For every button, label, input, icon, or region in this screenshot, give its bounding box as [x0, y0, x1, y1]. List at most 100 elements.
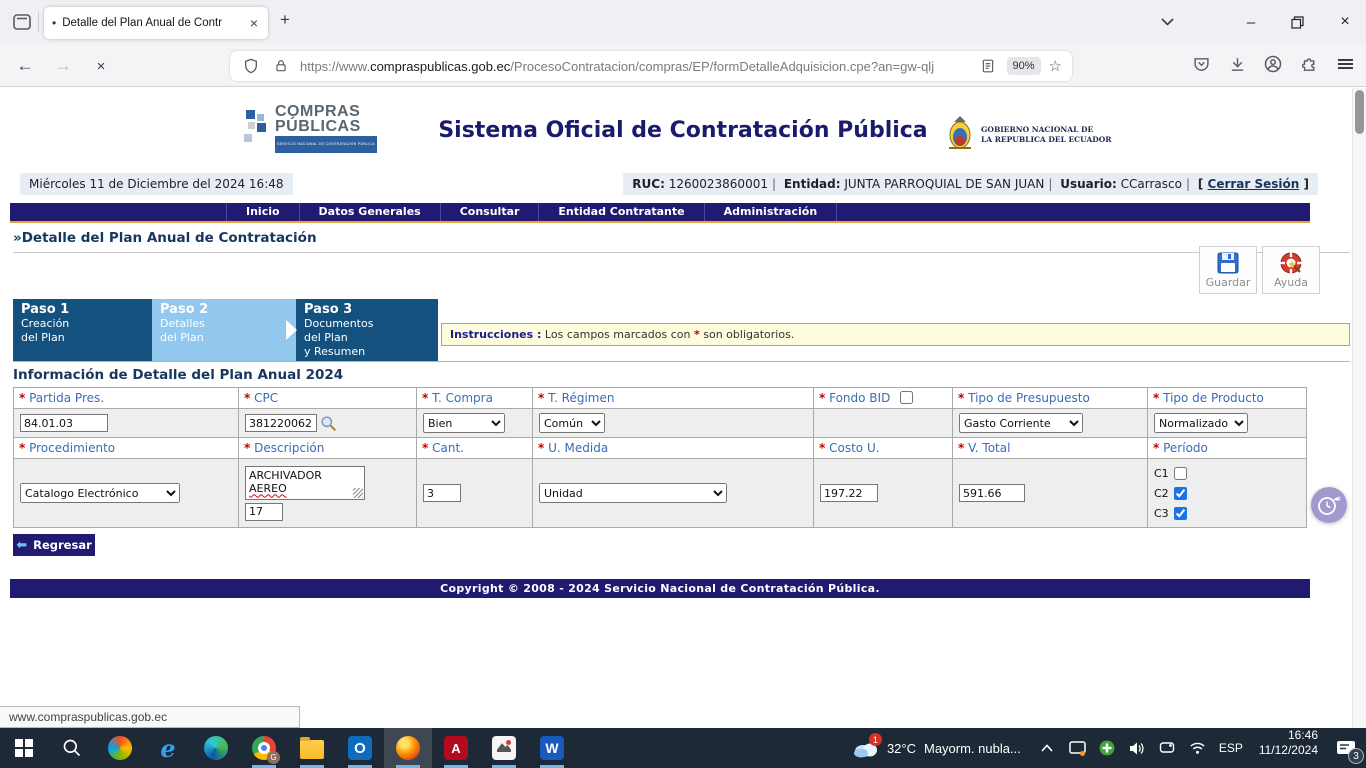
antivirus-icon[interactable]	[1099, 740, 1116, 757]
stop-loading-button[interactable]: ×	[88, 53, 114, 79]
browser-titlebar: • Detalle del Plan Anual de Contr × + – …	[0, 0, 1366, 44]
nav-item-entidad-contratante[interactable]: Entidad Contratante	[538, 203, 703, 221]
vertical-scrollbar[interactable]	[1352, 88, 1366, 728]
help-button[interactable]: Ayuda	[1262, 246, 1320, 294]
paint-icon[interactable]	[480, 728, 528, 768]
account-icon[interactable]	[1262, 53, 1284, 75]
usuario-value: CCarrasco	[1121, 177, 1182, 191]
file-explorer-icon[interactable]	[288, 728, 336, 768]
header-descripcion: * Descripción	[239, 438, 417, 459]
url-text[interactable]: https://www.compraspublicas.gob.ec/Proce…	[300, 59, 969, 74]
procedimiento-select[interactable]: Catalogo Electrónico	[20, 483, 180, 503]
page-title: Sistema Oficial de Contratación Pública	[0, 118, 1366, 143]
new-tab-button[interactable]: +	[280, 10, 290, 30]
window-minimize-button[interactable]: –	[1234, 0, 1268, 44]
notification-center-icon[interactable]: 3	[1326, 728, 1366, 768]
forward-button[interactable]: →	[50, 53, 76, 79]
taskbar-time: 16:46	[1259, 728, 1318, 743]
step-2-current[interactable]: Paso 2 Detalles del Plan	[152, 299, 296, 361]
logout-link[interactable]: Cerrar Sesión	[1208, 177, 1300, 191]
tipo-presupuesto-select[interactable]: Gasto Corriente	[959, 413, 1083, 433]
internet-explorer-icon[interactable]: e	[144, 728, 192, 768]
tab-attention-dot: •	[52, 16, 56, 30]
virtual-desktop-icon[interactable]	[1159, 740, 1176, 757]
regresar-button[interactable]: ⬅ Regresar	[13, 534, 95, 556]
tray-chevron-up-icon[interactable]	[1039, 740, 1056, 757]
entidad-label: Entidad:	[784, 177, 841, 191]
wifi-icon[interactable]	[1189, 740, 1206, 757]
save-button[interactable]: Guardar	[1199, 246, 1257, 294]
windows-taskbar: e G O A W 1 32°C Mayorm. nubla...	[0, 728, 1366, 768]
nav-item-administracion[interactable]: Administración	[704, 203, 838, 221]
tab-close-icon[interactable]: ×	[248, 15, 260, 31]
fondo-bid-checkbox[interactable]	[900, 391, 913, 404]
lock-icon[interactable]	[270, 55, 292, 77]
header-t-compra: * T. Compra	[417, 388, 533, 409]
tab-list-chevron-icon[interactable]	[1150, 0, 1184, 44]
scrollbar-thumb[interactable]	[1355, 90, 1364, 134]
costo-u-input[interactable]	[820, 484, 878, 502]
wizard-steps: Paso 1 Creación del Plan Paso 2 Detalles…	[13, 299, 1350, 362]
edge-icon[interactable]	[192, 728, 240, 768]
outlook-icon[interactable]: O	[336, 728, 384, 768]
weather-widget[interactable]: 1 32°C Mayorm. nubla...	[843, 728, 1031, 768]
nav-item-inicio[interactable]: Inicio	[226, 203, 299, 221]
step-1[interactable]: Paso 1 Creación del Plan	[13, 299, 152, 361]
periodo-c2: C2	[1154, 483, 1300, 503]
descripcion-textarea[interactable]: ARCHIVADOR AEREO	[245, 466, 365, 500]
header-u-medida: * U. Medida	[533, 438, 814, 459]
periodo-c2-checkbox[interactable]	[1174, 487, 1187, 500]
u-medida-select[interactable]: Unidad	[539, 483, 727, 503]
t-compra-select[interactable]: Bien	[423, 413, 505, 433]
taskbar-search-icon[interactable]	[48, 728, 96, 768]
cantidad-input[interactable]	[423, 484, 461, 502]
nav-item-consultar[interactable]: Consultar	[440, 203, 539, 221]
cpc-search-icon[interactable]	[320, 415, 337, 432]
menu-hamburger-icon[interactable]	[1334, 53, 1356, 75]
pocket-icon[interactable]	[1190, 53, 1212, 75]
data-row-2: Catalogo Electrónico ARCHIVADOR AEREO Un…	[14, 459, 1307, 528]
bookmark-star-icon[interactable]: ☆	[1049, 57, 1062, 75]
screen: { "browser": { "tab": { "indicator": "•"…	[0, 0, 1366, 768]
url-bar[interactable]: https://www.compraspublicas.gob.ec/Proce…	[230, 51, 1072, 81]
nav-accent-rule	[10, 221, 1310, 223]
ruc-value: 1260023860001	[669, 177, 768, 191]
t-regimen-select[interactable]: Común	[539, 413, 605, 433]
periodo-c1-checkbox[interactable]	[1174, 467, 1187, 480]
window-close-button[interactable]: ×	[1326, 0, 1364, 44]
partida-input[interactable]	[20, 414, 108, 432]
header-cpc: * CPC	[239, 388, 417, 409]
downloads-icon[interactable]	[1226, 53, 1248, 75]
descripcion-codigo-input[interactable]	[245, 503, 283, 521]
acrobat-icon[interactable]: A	[432, 728, 480, 768]
firefox-icon-active[interactable]	[384, 728, 432, 768]
firefox-view-icon[interactable]	[12, 12, 32, 32]
word-icon[interactable]: W	[528, 728, 576, 768]
periodo-c3-checkbox[interactable]	[1174, 507, 1187, 520]
weather-description: Mayorm. nubla...	[924, 741, 1021, 756]
zoom-level-badge[interactable]: 90%	[1007, 57, 1041, 75]
v-total-input[interactable]	[959, 484, 1025, 502]
browser-tab[interactable]: • Detalle del Plan Anual de Contr ×	[44, 7, 268, 39]
start-button[interactable]	[0, 728, 48, 768]
status-link-tooltip: www.compraspublicas.gob.ec	[0, 706, 300, 728]
language-indicator[interactable]: ESP	[1219, 741, 1243, 755]
taskbar-clock[interactable]: 16:46 11/12/2024	[1251, 728, 1326, 768]
copilot-icon[interactable]	[96, 728, 144, 768]
volume-icon[interactable]	[1129, 740, 1146, 757]
gov-line2: LA REPUBLICA DEL ECUADOR	[981, 135, 1112, 144]
tipo-producto-select[interactable]: Normalizado	[1154, 413, 1248, 433]
window-restore-button[interactable]	[1280, 0, 1314, 44]
back-button[interactable]: ←	[12, 53, 38, 79]
extensions-puzzle-icon[interactable]	[1298, 53, 1320, 75]
step-3[interactable]: Paso 3 Documentos del Plan y Resumen	[296, 299, 438, 361]
periodo-c1: C1	[1154, 463, 1300, 483]
time-tracker-overlay-icon[interactable]	[1311, 487, 1347, 523]
resize-grip-icon[interactable]	[353, 488, 363, 498]
tracking-shield-icon[interactable]	[240, 55, 262, 77]
cast-icon[interactable]	[1069, 740, 1086, 757]
nav-item-datos-generales[interactable]: Datos Generales	[299, 203, 440, 221]
chrome-icon[interactable]: G	[240, 728, 288, 768]
reader-mode-icon[interactable]	[977, 55, 999, 77]
cpc-input[interactable]	[245, 414, 317, 432]
